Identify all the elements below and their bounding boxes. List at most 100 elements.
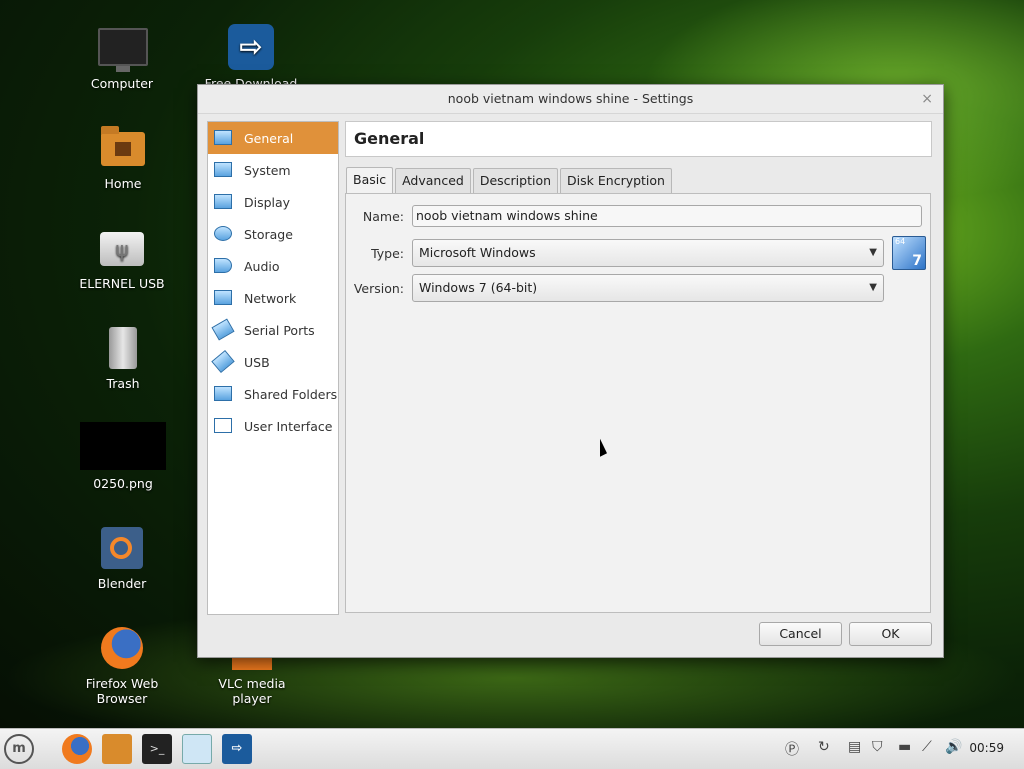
dialog-titlebar[interactable]: noob vietnam windows shine - Settings ×: [198, 85, 943, 114]
desktop-icon-vlc[interactable]: VLC media player: [202, 654, 302, 706]
tab-basic[interactable]: Basic: [346, 167, 394, 194]
file-manager-launcher-icon[interactable]: [102, 734, 132, 764]
computer-icon: [98, 24, 148, 72]
sidebar-item-display[interactable]: Display: [208, 186, 338, 218]
network-tray-icon[interactable]: ⟋: [922, 739, 932, 755]
os-badge-arch: 64: [895, 237, 906, 246]
version-label: Version:: [353, 280, 404, 296]
volume-icon[interactable]: 🔊: [945, 739, 962, 755]
settings-dialog: noob vietnam windows shine - Settings × …: [197, 84, 944, 658]
sidebar-item-usb[interactable]: USB: [208, 346, 338, 378]
menu-icon[interactable]: m: [4, 734, 34, 764]
desktop-icon-free-download[interactable]: ⇨ Free Download: [201, 24, 301, 91]
free-download-manager-icon: ⇨: [227, 24, 275, 72]
tab-bar: Basic Advanced Description Disk Encrypti…: [346, 167, 674, 194]
sidebar-item-label: User Interface: [244, 418, 333, 434]
settings-main: General Basic Advanced Description Disk …: [345, 121, 932, 613]
os-badge-version: 7: [912, 253, 922, 269]
desktop-icon-home[interactable]: Home: [73, 124, 173, 191]
cancel-button[interactable]: Cancel: [759, 622, 842, 646]
os-type-icon: 64 7: [892, 236, 926, 270]
free-download-launcher-icon[interactable]: ⇨: [222, 734, 252, 764]
network-icon: [212, 288, 234, 308]
desktop-icon-computer[interactable]: Computer: [72, 24, 172, 91]
desktop-icon-label: Trash: [106, 376, 140, 391]
name-label: Name:: [362, 208, 404, 224]
sidebar-item-label: Network: [244, 290, 297, 306]
sidebar-item-label: General: [244, 130, 294, 146]
system-icon: [212, 160, 234, 180]
desktop-icon-label: VLC media player: [218, 676, 286, 706]
tab-panel-basic: Name: noob vietnam windows shine Type: M…: [345, 193, 931, 613]
virtualbox-window-icon[interactable]: [182, 734, 212, 764]
audio-icon: [212, 256, 234, 276]
settings-sidebar: General System Display Storage Audio Net…: [207, 121, 339, 615]
sidebar-item-label: Shared Folders: [244, 386, 338, 402]
blender-icon: [98, 524, 146, 572]
sidebar-item-label: USB: [244, 354, 270, 370]
firefox-launcher-icon[interactable]: [62, 734, 92, 764]
name-input[interactable]: noob vietnam windows shine: [412, 205, 922, 227]
mouse-cursor-icon: [600, 438, 607, 460]
desktop-icon-firefox[interactable]: Firefox Web Browser: [72, 624, 172, 706]
user-interface-icon: [212, 416, 234, 436]
sidebar-item-label: Display: [244, 194, 291, 210]
sidebar-item-system[interactable]: System: [208, 154, 338, 186]
shield-icon[interactable]: ⛉: [872, 739, 883, 755]
display-icon: [212, 192, 234, 212]
version-select[interactable]: Windows 7 (64-bit) ▼: [412, 274, 884, 302]
desktop-icon-label: Home: [104, 176, 142, 191]
desktop-icon-trash[interactable]: Trash: [73, 324, 173, 391]
dialog-title: noob vietnam windows shine - Settings: [447, 91, 694, 106]
sidebar-item-storage[interactable]: Storage: [208, 218, 338, 250]
sidebar-item-label: Serial Ports: [244, 322, 315, 338]
terminal-launcher-icon[interactable]: >_: [142, 734, 172, 764]
usb-drive-icon: ψ: [98, 224, 146, 272]
serial-ports-icon: [211, 318, 235, 341]
sidebar-item-shared-folders[interactable]: Shared Folders: [208, 378, 338, 410]
home-folder-icon: [99, 124, 147, 172]
image-thumbnail: [80, 422, 166, 470]
tab-advanced[interactable]: Advanced: [395, 168, 471, 193]
sidebar-item-label: Audio: [244, 258, 280, 274]
desktop-icon-label: Computer: [90, 76, 154, 91]
tab-description[interactable]: Description: [472, 168, 559, 193]
sidebar-item-user-interface[interactable]: User Interface: [208, 410, 338, 442]
desktop-icon-blender[interactable]: Blender: [72, 524, 172, 591]
shared-folders-icon: [212, 384, 234, 404]
clock[interactable]: 00:59: [969, 741, 1004, 755]
section-header: General: [345, 121, 932, 157]
type-label: Type:: [371, 245, 404, 261]
sidebar-item-audio[interactable]: Audio: [208, 250, 338, 282]
desktop-icon-usb[interactable]: ψ ELERNEL USB: [72, 224, 172, 291]
sidebar-item-label: System: [244, 162, 291, 178]
tab-disk-encryption[interactable]: Disk Encryption: [560, 168, 672, 193]
keyboard-icon[interactable]: ▬: [898, 739, 911, 755]
firefox-icon: [98, 624, 146, 672]
usb-icon: [211, 349, 235, 374]
chevron-down-icon: ▼: [869, 282, 877, 293]
sidebar-item-general[interactable]: General: [208, 122, 338, 154]
close-icon[interactable]: ×: [921, 85, 933, 113]
trash-icon: [99, 324, 147, 372]
parking-icon[interactable]: Ⓟ: [785, 739, 799, 759]
sidebar-item-serial-ports[interactable]: Serial Ports: [208, 314, 338, 346]
version-select-value: Windows 7 (64-bit): [419, 280, 538, 295]
desktop-icon-label: ELERNEL USB: [79, 276, 165, 291]
general-icon: [212, 128, 234, 148]
ok-button[interactable]: OK: [849, 622, 932, 646]
sidebar-item-label: Storage: [244, 226, 293, 242]
desktop-icon-png-file[interactable]: 0250.png: [73, 422, 173, 491]
clipboard-icon[interactable]: ▤: [848, 739, 861, 755]
type-select[interactable]: Microsoft Windows ▼: [412, 239, 884, 267]
sidebar-item-network[interactable]: Network: [208, 282, 338, 314]
chevron-down-icon: ▼: [869, 247, 877, 258]
refresh-icon[interactable]: ↻: [818, 739, 830, 755]
type-select-value: Microsoft Windows: [419, 245, 536, 260]
storage-icon: [212, 224, 234, 244]
taskbar: m >_ ⇨ Ⓟ ↻ ▤ ⛉ ▬ ⟋ 🔊 00:59: [0, 728, 1024, 769]
desktop-icon-label: 0250.png: [93, 476, 153, 491]
type-row: Type: Microsoft Windows ▼ 64 7: [346, 236, 926, 270]
name-row: Name: noob vietnam windows shine: [346, 205, 922, 227]
desktop-icon-label: Blender: [97, 576, 147, 591]
